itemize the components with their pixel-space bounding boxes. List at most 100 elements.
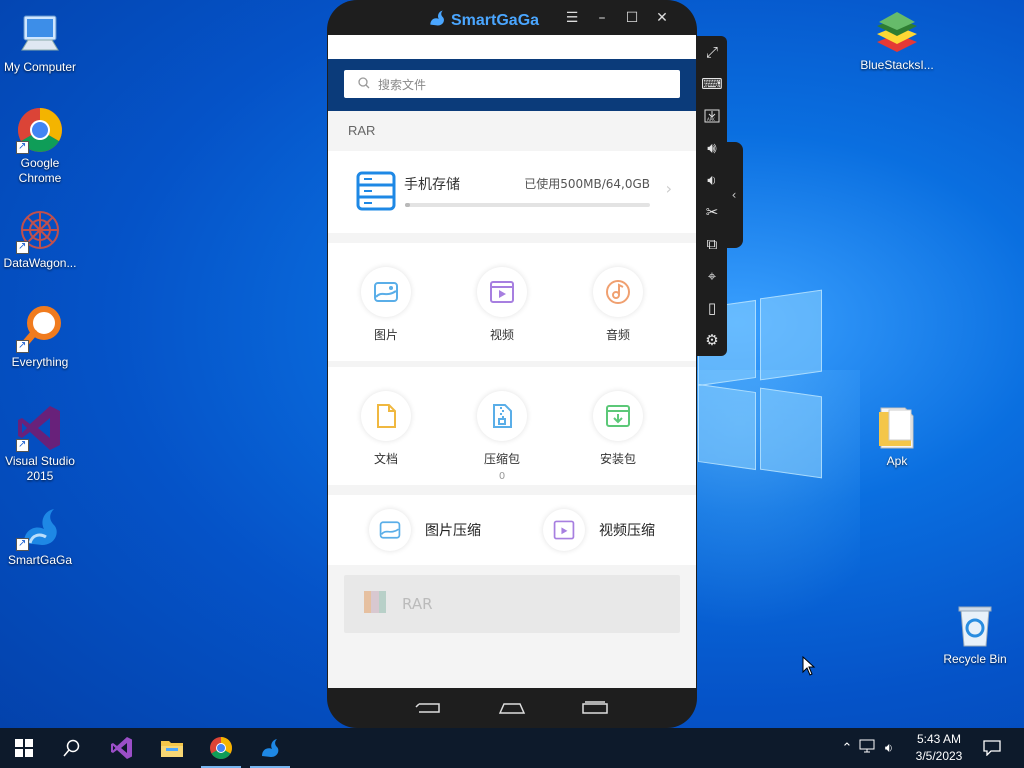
desktop-icon-label: Google Chrome	[18, 156, 62, 185]
category-videos[interactable]: 视频	[444, 243, 560, 361]
video-icon	[477, 267, 527, 317]
video-compress-icon	[543, 509, 585, 551]
category-label: 视频	[489, 328, 514, 342]
desktop-icon-visual-studio[interactable]: Visual Studio 2015	[0, 404, 80, 484]
window-titlebar[interactable]: SmartGaGa ☰ – ☐ ✕	[327, 0, 697, 35]
fullscreen-icon[interactable]: ⤢	[697, 36, 727, 68]
multi-instance-icon[interactable]: ⧉	[697, 228, 727, 260]
search-icon[interactable]	[48, 728, 96, 768]
network-icon[interactable]	[856, 739, 878, 757]
datawagon-icon	[16, 206, 64, 254]
bluestacks-icon	[873, 8, 921, 56]
audio-icon	[593, 267, 643, 317]
image-icon	[361, 267, 411, 317]
search-placeholder: 搜索文件	[378, 77, 427, 92]
visual-studio-icon[interactable]	[98, 728, 146, 768]
category-label: 图片	[373, 328, 398, 342]
rar-banner[interactable]: RAR	[344, 575, 680, 633]
close-icon[interactable]: ✕	[653, 10, 671, 26]
chevron-up-icon[interactable]: ⌃	[838, 741, 856, 756]
volume-icon[interactable]: 🔉︎	[878, 741, 900, 756]
emulator-screen: 搜索文件 RAR 手机存储 已使用500MB/64,0GB › 图片 视频 音频…	[328, 35, 696, 688]
desktop-icon-smartgaga[interactable]: SmartGaGa	[0, 503, 80, 568]
category-label: 文档	[373, 452, 398, 466]
archive-icon	[477, 391, 527, 441]
everything-search-icon	[16, 305, 64, 353]
clock[interactable]: 5:43 AM 3/5/2023	[902, 731, 976, 765]
volume-down-icon[interactable]: 🔉︎	[697, 164, 727, 196]
category-images[interactable]: 图片	[328, 243, 444, 361]
category-grid: 图片 视频 音频	[328, 243, 696, 361]
visual-studio-icon	[16, 404, 64, 452]
divider	[328, 485, 696, 495]
back-icon[interactable]	[415, 700, 443, 719]
desktop-icon-label: Apk	[886, 454, 908, 468]
window-brand: SmartGaGa	[427, 8, 539, 33]
desktop-icon-label: DataWagon...	[3, 256, 77, 270]
collapse-toolbar-chevron-icon[interactable]: ‹	[725, 142, 743, 248]
storage-usage-fill	[405, 203, 410, 207]
clock-time: 5:43 AM	[916, 732, 962, 746]
file-explorer-icon[interactable]	[148, 728, 196, 768]
chrome-icon	[16, 106, 64, 154]
emulator-side-toolbar: ⤢ ⌨ APK 🔊︎ 🔉︎ ✂ ⧉ ⌖ ▯ ⚙	[697, 36, 727, 356]
search-icon	[358, 76, 370, 92]
storage-name: 手机存储	[404, 177, 460, 193]
smartgaga-window: SmartGaGa ☰ – ☐ ✕ 搜索文件 RAR 手机存储 已使用500MB…	[327, 0, 697, 728]
desktop-icon-label: SmartGaGa	[7, 553, 73, 567]
rar-icon	[362, 589, 388, 619]
desktop-icon-datawagon[interactable]: DataWagon...	[0, 206, 80, 271]
apk-install-icon[interactable]: APK	[697, 100, 727, 132]
system-tray: ⌃ 🔉︎	[838, 728, 900, 768]
phone-storage-card[interactable]: 手机存储 已使用500MB/64,0GB ›	[328, 151, 696, 233]
compress-row: 图片压缩 视频压缩	[328, 495, 696, 565]
desktop-icon-bluestacks[interactable]: BlueStacksI...	[857, 8, 937, 73]
category-label: 安装包	[599, 452, 636, 466]
image-compress-icon	[369, 509, 411, 551]
category-documents[interactable]: 文档	[328, 367, 444, 485]
smartgaga-icon[interactable]	[246, 728, 294, 768]
image-compress-label: 图片压缩	[425, 523, 481, 539]
document-icon	[361, 391, 411, 441]
notification-icon[interactable]	[968, 728, 1016, 768]
recycle-bin-icon	[951, 602, 999, 650]
window-title: SmartGaGa	[451, 11, 540, 29]
computer-icon	[16, 10, 64, 58]
video-compress-label: 视频压缩	[599, 523, 655, 539]
smartgaga-logo-icon	[427, 8, 447, 33]
android-navbar	[327, 690, 697, 728]
storage-icon	[356, 171, 396, 211]
image-compress-button[interactable]: 图片压缩	[369, 509, 481, 551]
screenshot-cut-icon[interactable]: ✂	[697, 196, 727, 228]
category-archives[interactable]: 压缩包 0	[444, 367, 560, 485]
home-icon[interactable]	[498, 700, 526, 719]
video-compress-button[interactable]: 视频压缩	[543, 509, 655, 551]
desktop-icon-my-computer[interactable]: My Computer	[0, 10, 80, 75]
maximize-icon[interactable]: ☐	[623, 10, 641, 26]
desktop-icon-chrome[interactable]: Google Chrome	[0, 106, 80, 186]
archive-count: 0	[498, 471, 506, 482]
category-audio[interactable]: 音频	[560, 243, 676, 361]
category-label: 音频	[605, 328, 630, 342]
volume-up-icon[interactable]: 🔊︎	[697, 132, 727, 164]
desktop-icon-recycle-bin[interactable]: Recycle Bin	[935, 602, 1015, 667]
search-header: 搜索文件	[328, 59, 696, 111]
desktop-icon-apk-folder[interactable]: Apk	[857, 404, 937, 469]
minimize-icon[interactable]: –	[593, 10, 611, 26]
start-icon[interactable]	[0, 728, 48, 768]
divider	[328, 233, 696, 243]
desktop-icon-everything[interactable]: Everything	[0, 305, 80, 370]
category-apk[interactable]: 安装包	[560, 367, 676, 485]
search-input[interactable]: 搜索文件	[344, 70, 680, 98]
settings-icon[interactable]: ⚙	[697, 324, 727, 356]
rar-banner-label: RAR	[402, 595, 433, 613]
desktop-icon-label: Everything	[11, 355, 69, 369]
shake-icon[interactable]: ▯	[697, 292, 727, 324]
apk-package-icon	[593, 391, 643, 441]
recent-apps-icon[interactable]	[581, 700, 609, 719]
keyboard-icon[interactable]: ⌨	[697, 68, 727, 100]
location-icon[interactable]: ⌖	[697, 260, 727, 292]
desktop-icon-label: Visual Studio 2015	[5, 454, 75, 483]
menu-icon[interactable]: ☰	[563, 10, 581, 26]
chrome-icon[interactable]	[197, 728, 245, 768]
